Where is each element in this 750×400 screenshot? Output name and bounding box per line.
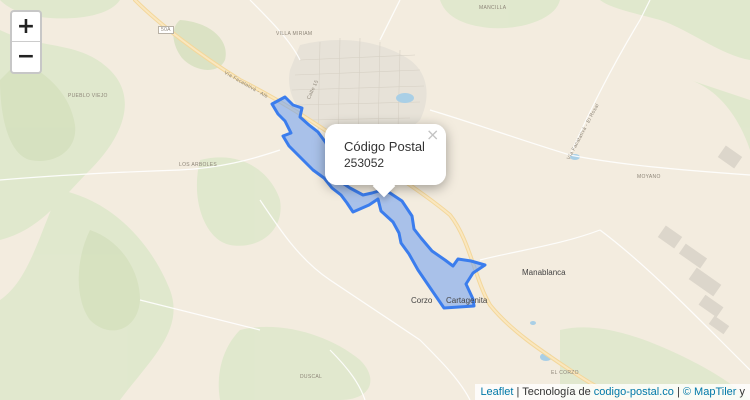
label-road-50a: 50A	[158, 26, 174, 34]
map-tiles	[0, 0, 750, 400]
zoom-out-button[interactable]: −	[12, 42, 40, 71]
popup-postal-code: 253052	[344, 156, 385, 170]
town-cartagenita: Cartagenita	[446, 296, 488, 305]
label-los-arboles: LOS ARBOLES	[179, 162, 218, 168]
zoom-in-button[interactable]: +	[12, 12, 40, 42]
label-pueblo-viejo: PUEBLO VIEJO	[68, 93, 108, 99]
town-corzo: Corzo	[411, 296, 433, 305]
attribution-sep-1: | Tecnología de	[513, 386, 594, 398]
site-link[interactable]: codigo-postal.co	[594, 386, 674, 398]
label-duscal: DUSCAL	[300, 374, 323, 380]
label-el-corzo: EL CORZO	[551, 370, 579, 376]
label-moyano: MOYANO	[637, 174, 661, 180]
leaflet-link[interactable]: Leaflet	[480, 386, 513, 398]
attribution-sep-2: |	[673, 386, 683, 398]
popup-title: Código Postal	[344, 139, 425, 154]
maptiler-link[interactable]: © MapTiler	[683, 386, 737, 398]
attribution-bar: Leaflet | Tecnología de codigo-postal.co…	[475, 384, 750, 400]
map-canvas[interactable]: VILLA MIRIAM MANCILLA PUEBLO VIEJO LOS A…	[0, 0, 750, 400]
label-villa-miriam: VILLA MIRIAM	[276, 31, 313, 37]
town-manablanca: Manablanca	[522, 268, 566, 277]
label-mancilla: MANCILLA	[479, 5, 507, 11]
attribution-tail: y	[736, 386, 745, 398]
popup-close-button[interactable]: ×	[426, 127, 439, 143]
zoom-control: + −	[10, 10, 42, 74]
